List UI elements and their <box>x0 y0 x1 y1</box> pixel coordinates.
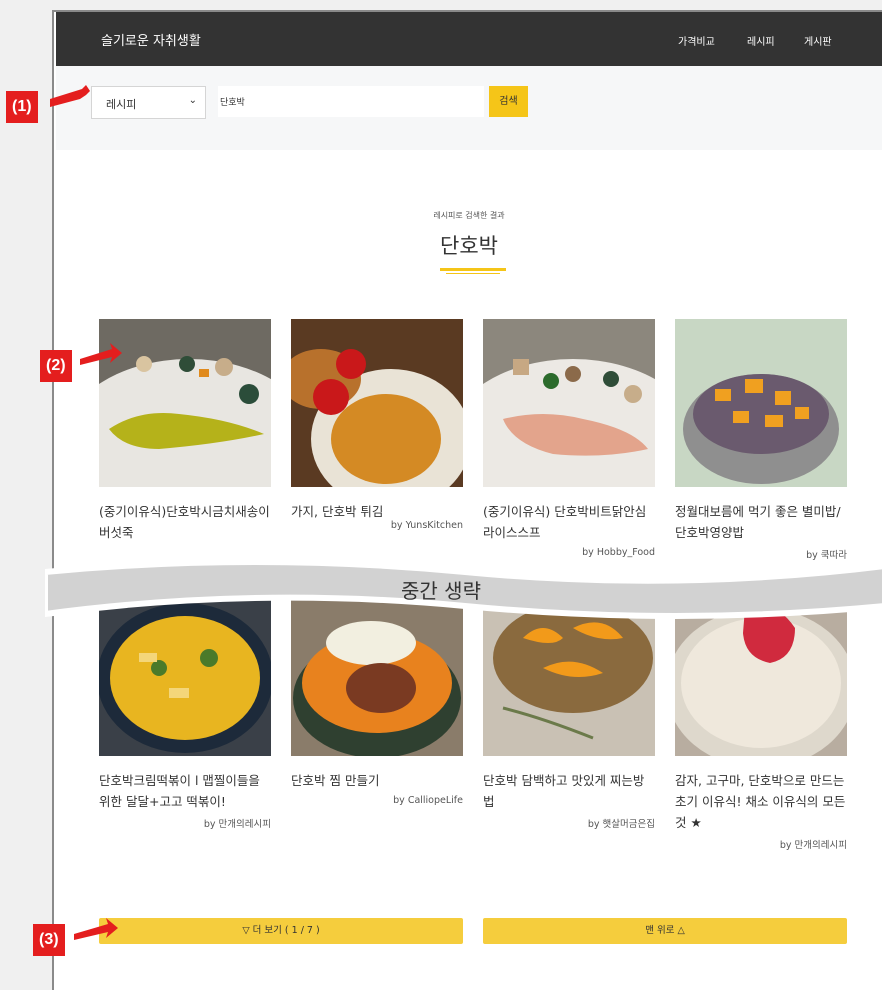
recipe-title[interactable]: 가지, 단호박 튀김 <box>291 501 463 522</box>
recipe-photo <box>59 319 319 539</box>
search-input[interactable]: 단호박 <box>218 86 484 117</box>
callout-2: (2) <box>40 350 72 382</box>
search-button[interactable]: 검색 <box>489 86 528 117</box>
recipe-title[interactable]: 감자, 고구마, 단호박으로 만드는 초기 이유식! 채소 이유식의 모든것 ★ <box>675 770 847 833</box>
recipe-photo <box>443 319 703 539</box>
recipe-author: by 만개의레시피 <box>203 819 271 830</box>
callout-3: (3) <box>33 924 65 956</box>
title-underline <box>440 268 506 271</box>
chevron-down-icon: ⌄ <box>188 95 197 106</box>
top-navbar: 슬기로운 자취생활 가격비교 레시피 게시판 <box>56 12 882 66</box>
callout-1: (1) <box>6 91 38 123</box>
recipe-card[interactable]: 단호박 담백하고 맛있게 찌는방법 by 햇살머금은집 <box>483 588 655 830</box>
recipe-card[interactable]: (중기이유식) 단호박비트닭안심 라이스스프 by Hobby_Food <box>443 319 703 558</box>
recipe-photo <box>281 319 471 509</box>
result-title: 단호박 <box>440 234 498 258</box>
recipe-author: by 만개의레시피 <box>779 840 847 851</box>
result-caption: 레시피로 검색한 결과 <box>433 211 505 220</box>
recipe-card[interactable]: 감자, 고구마, 단호박으로 만드는 초기 이유식! 채소 이유식의 모든것 ★… <box>666 588 856 851</box>
recipe-card[interactable]: 가지, 단호박 튀김 by YunsKitchen <box>281 319 471 531</box>
category-select[interactable]: 레시피 ⌄ <box>91 86 206 119</box>
nav-price-compare[interactable]: 가격비교 <box>678 33 715 48</box>
recipe-author: by CalliopeLife <box>393 795 463 806</box>
recipe-title[interactable]: 단호박 찜 만들기 <box>291 770 463 791</box>
callout-3-arrow <box>74 918 118 940</box>
search-bar: 레시피 ⌄ 단호박 검색 <box>56 66 882 150</box>
site-brand[interactable]: 슬기로운 자취생활 <box>101 30 201 49</box>
browser-page: 슬기로운 자취생활 가격비교 레시피 게시판 레시피 ⌄ 단호박 검색 레시피로… <box>52 10 882 990</box>
recipe-author: by 햇살머금은집 <box>587 819 655 830</box>
omitted-label: 중간 생략 <box>401 579 481 603</box>
recipe-photo <box>675 319 847 487</box>
load-more-button[interactable]: ▽ 더 보기 ( 1 / 7 ) <box>99 918 463 944</box>
title-underline-thin <box>446 273 500 274</box>
back-to-top-button[interactable]: 맨 위로 △ <box>483 918 847 944</box>
callout-2-arrow <box>80 343 122 365</box>
recipe-title[interactable]: 정월대보름에 먹기 좋은 별미밥/단호박영양밥 <box>675 501 847 543</box>
nav-board[interactable]: 게시판 <box>804 33 832 48</box>
recipe-title[interactable]: (중기이유식)단호박시금치새송이버섯죽 <box>99 501 271 543</box>
recipe-card[interactable]: (중기이유식)단호박시금치새송이버섯죽 <box>59 319 319 543</box>
recipe-card[interactable]: 단호박크림떡볶이 l 맵찔이들을 위한 달달+고고 떡볶이! by 만개의레시피 <box>97 588 273 830</box>
recipe-card[interactable]: 정월대보름에 먹기 좋은 별미밥/단호박영양밥 by 쿡따라 <box>675 319 847 561</box>
category-select-value: 레시피 <box>106 98 137 111</box>
recipe-title[interactable]: 단호박크림떡볶이 l 맵찔이들을 위한 달달+고고 떡볶이! <box>99 770 271 812</box>
recipe-title[interactable]: (중기이유식) 단호박비트닭안심 라이스스프 <box>483 501 655 543</box>
nav-recipes[interactable]: 레시피 <box>747 33 775 48</box>
callout-1-arrow <box>50 85 90 107</box>
recipe-title[interactable]: 단호박 담백하고 맛있게 찌는방법 <box>483 770 655 812</box>
